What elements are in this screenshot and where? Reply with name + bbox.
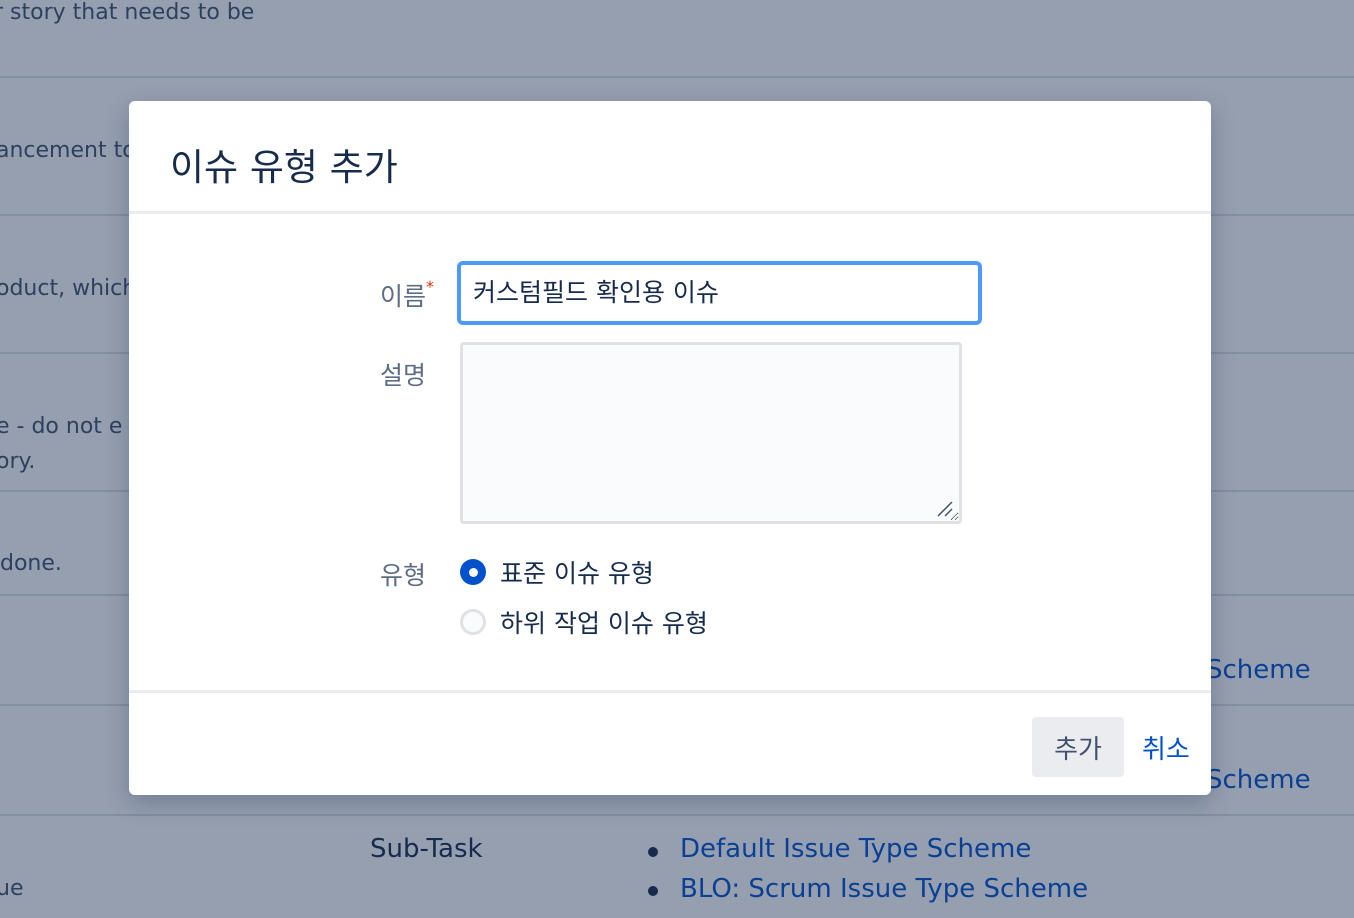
radio-label[interactable]: 하위 작업 이슈 유형 [500, 604, 708, 640]
dialog-header: 이슈 유형 추가 [129, 101, 1211, 214]
radio-unchecked-icon[interactable] [460, 609, 486, 635]
radio-checked-icon[interactable] [460, 559, 486, 585]
dialog-title: 이슈 유형 추가 [170, 146, 398, 189]
dialog-footer: 추가 취소 [129, 690, 1211, 795]
name-input[interactable] [457, 261, 982, 325]
add-button[interactable]: 추가 [1032, 717, 1124, 777]
required-marker: * [426, 277, 435, 296]
radio-label[interactable]: 표준 이슈 유형 [500, 554, 654, 590]
radio-subtask-issue-type[interactable]: 하위 작업 이슈 유형 [460, 604, 708, 640]
radio-dot [468, 567, 478, 577]
radio-standard-issue-type[interactable]: 표준 이슈 유형 [460, 554, 654, 590]
name-label: 이름* [380, 277, 434, 313]
name-label-text: 이름 [380, 282, 427, 311]
add-issue-type-dialog: 이슈 유형 추가 이름* 설명 유형 표준 이슈 유형 하위 작업 이슈 유형 … [129, 101, 1211, 795]
description-label: 설명 [380, 361, 427, 390]
cancel-link[interactable]: 취소 [1142, 729, 1190, 766]
type-label: 유형 [380, 561, 427, 590]
description-textarea[interactable] [460, 342, 962, 524]
